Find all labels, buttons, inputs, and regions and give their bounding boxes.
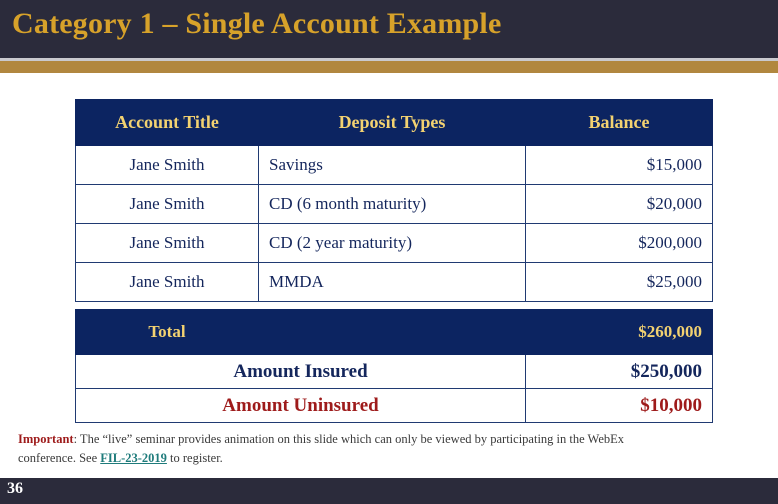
table-header-row: Account Title Deposit Types Balance — [75, 99, 713, 146]
cell-account-title: Jane Smith — [75, 223, 259, 263]
account-table: Account Title Deposit Types Balance Jane… — [75, 99, 713, 423]
cell-balance: $15,000 — [525, 145, 713, 185]
account-table-container: Account Title Deposit Types Balance Jane… — [75, 99, 713, 423]
amount-uninsured-value: $10,000 — [525, 388, 713, 423]
table-summary-row-uninsured: Amount Uninsured $10,000 — [75, 388, 713, 423]
fil-document-link[interactable]: FIL-23-2019 — [100, 451, 167, 465]
column-header-balance: Balance — [525, 99, 713, 146]
cell-balance: $25,000 — [525, 262, 713, 302]
table-summary-row-insured: Amount Insured $250,000 — [75, 354, 713, 389]
amount-insured-label: Amount Insured — [75, 354, 526, 389]
spacer-cell — [75, 301, 259, 310]
spacer-cell — [258, 301, 526, 310]
table-row: Jane Smith CD (2 year maturity) $200,000 — [75, 223, 713, 263]
amount-insured-value: $250,000 — [525, 354, 713, 389]
cell-account-title: Jane Smith — [75, 145, 259, 185]
footnote-text-after-link: to register. — [166, 451, 223, 465]
slide-footer-bar — [0, 478, 778, 504]
total-label: Total — [75, 309, 259, 355]
cell-account-title: Jane Smith — [75, 262, 259, 302]
footnote-important-label: Important — [18, 432, 74, 446]
page-title: Category 1 – Single Account Example — [12, 7, 502, 40]
cell-deposit-type: Savings — [258, 145, 526, 185]
footnote: Important: The “live” seminar provides a… — [18, 430, 648, 468]
table-row: Jane Smith MMDA $25,000 — [75, 262, 713, 302]
amount-uninsured-label: Amount Uninsured — [75, 388, 526, 423]
cell-deposit-type: CD (2 year maturity) — [258, 223, 526, 263]
cell-balance: $20,000 — [525, 184, 713, 224]
page-number: 36 — [7, 480, 23, 497]
table-row: Jane Smith Savings $15,000 — [75, 145, 713, 185]
cell-deposit-type: CD (6 month maturity) — [258, 184, 526, 224]
total-middle-cell — [258, 309, 526, 355]
cell-account-title: Jane Smith — [75, 184, 259, 224]
column-header-account-title: Account Title — [75, 99, 259, 146]
table-row-spacer — [75, 301, 713, 310]
title-accent-bar — [0, 61, 778, 73]
column-header-deposit-types: Deposit Types — [258, 99, 526, 146]
table-total-row: Total $260,000 — [75, 309, 713, 355]
table-row: Jane Smith CD (6 month maturity) $20,000 — [75, 184, 713, 224]
total-value: $260,000 — [525, 309, 713, 355]
spacer-cell — [525, 301, 713, 310]
cell-deposit-type: MMDA — [258, 262, 526, 302]
cell-balance: $200,000 — [525, 223, 713, 263]
